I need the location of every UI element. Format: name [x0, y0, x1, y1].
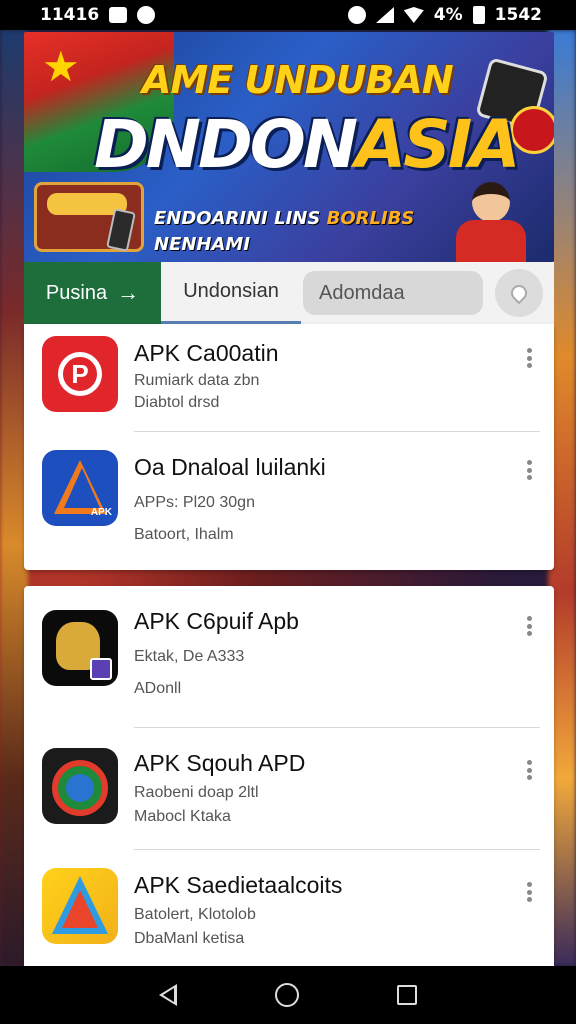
battery-percent: 4% [433, 5, 463, 25]
status-time-right: 1542 [494, 5, 542, 25]
recent-apps-icon[interactable] [397, 985, 417, 1005]
list-item[interactable]: APK Saedietaalcoits Batolert, Klotolob D… [24, 850, 554, 966]
banner-title-line2: DNDONASIA [94, 106, 534, 183]
app-list-card-2: APK C6puif Apb Ektak, De A333 ADonll APK… [24, 586, 554, 966]
red-p-icon: P [42, 336, 118, 412]
app-subtitle: Ektak, De A333 [134, 648, 245, 665]
list-item[interactable]: APK C6puif Apb Ektak, De A333 ADonll [24, 586, 554, 728]
wifi-icon [403, 7, 424, 23]
more-options-icon[interactable] [526, 460, 532, 480]
rainbow-a-icon [42, 868, 118, 944]
back-icon[interactable] [159, 984, 177, 1006]
location-pin-icon [507, 281, 531, 305]
navigation-bar [0, 966, 576, 1024]
app-title: Oa Dnaloal luilanki [134, 454, 326, 480]
home-icon[interactable] [275, 983, 299, 1007]
app-meta: DbaManl ketisa [134, 930, 245, 947]
location-button[interactable] [495, 269, 543, 317]
garuda-icon [42, 610, 118, 686]
tab-pusina[interactable]: Pusina → [24, 262, 161, 324]
more-options-icon[interactable] [526, 348, 532, 368]
app-meta: Diabtol drsd [134, 394, 220, 411]
more-options-icon[interactable] [526, 616, 532, 636]
status-time-left: 11416 [40, 5, 100, 25]
app-meta: Mabocl Ktaka [134, 808, 231, 825]
battery-icon [472, 6, 485, 24]
app-subtitle: APPs: Pl20 30gn [134, 494, 255, 511]
banner-title-yellow: ASIA [355, 106, 520, 183]
tab-undonsian[interactable]: Undonsian [161, 262, 301, 324]
list-item[interactable]: APK Oa Dnaloal luilanki APPs: Pl20 30gn … [24, 432, 554, 570]
app-meta: ADonll [134, 680, 182, 697]
app-subtitle: Rumiark data zbn [134, 372, 260, 389]
arrow-right-icon: → [117, 280, 140, 305]
status-bar: 11416 4% 1542 [0, 0, 576, 30]
list-item[interactable]: APK Sqouh APD Raobeni doap 2ltl Mabocl K… [24, 728, 554, 850]
message-notification-icon [137, 6, 156, 24]
banner-title-line1: AME UNDUBAN [142, 58, 454, 102]
signal-icon [375, 7, 394, 23]
app-meta: Batoort, Ihalm [134, 526, 234, 543]
banner-title-white: DNDON [94, 106, 358, 183]
app-title: APK Ca00atin [134, 340, 279, 366]
app-subtitle: Raobeni doap 2ltl [134, 784, 259, 801]
search-input[interactable]: Adomdaa [303, 271, 483, 315]
app-subtitle: Batolert, Klotolob [134, 906, 256, 923]
list-item[interactable]: P APK Ca00atin Rumiark data zbn Diabtol … [24, 324, 554, 432]
blue-a-icon: APK [42, 450, 118, 526]
app-title: APK Sqouh APD [134, 750, 306, 776]
app-title: APK Saedietaalcoits [134, 872, 343, 898]
banner-subtitle1-white: ENDOARINI LINS [154, 208, 327, 229]
more-options-icon[interactable] [526, 882, 532, 902]
app-title: APK C6puif Apb [134, 608, 299, 634]
banner-subtitle2: NENHAMI [154, 234, 251, 255]
app-list-card-1: P APK Ca00atin Rumiark data zbn Diabtol … [24, 324, 554, 570]
tab-pusina-label: Pusina [45, 281, 108, 304]
promo-banner[interactable]: ★ AME UNDUBAN DNDONASIA ENDOARINI LINS B… [24, 32, 554, 262]
more-options-icon[interactable] [526, 760, 532, 780]
gallery-notification-icon [109, 7, 128, 23]
star-icon: ★ [42, 43, 80, 90]
banner-subtitle1-yellow: BORLIBS [326, 208, 415, 229]
alarm-icon [347, 6, 366, 24]
green-ring-icon [42, 748, 118, 824]
character-graphic [434, 182, 544, 262]
tab-bar: Pusina → Undonsian Adomdaa [24, 262, 554, 324]
banner-subtitle1: ENDOARINI LINS BORLIBS [154, 208, 414, 229]
